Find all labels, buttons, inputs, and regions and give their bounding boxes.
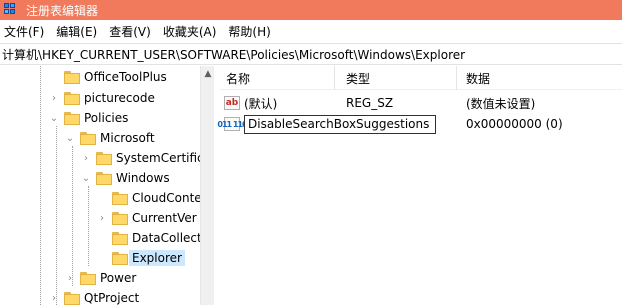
tree-item-explorer[interactable]: Explorer: [96, 248, 185, 268]
folder-icon: [64, 291, 80, 305]
column-divider[interactable]: [334, 66, 335, 90]
title-bar: 注册表编辑器: [0, 0, 622, 20]
value-name: (默认): [244, 96, 278, 111]
folder-icon: [112, 191, 128, 205]
dword-value-icon: 011 110: [217, 117, 248, 131]
value-name-cell: ab (默认): [224, 92, 277, 114]
value-data: 0x00000000 (0): [466, 117, 563, 131]
expander-icon[interactable]: [48, 71, 60, 83]
tree-item-picturecode[interactable]: › picturecode: [48, 88, 155, 108]
registry-editor-icon: [4, 3, 18, 17]
menu-help[interactable]: 帮助(H): [224, 23, 274, 40]
chevron-right-icon[interactable]: ›: [96, 212, 108, 224]
tree-item-officetoolplus[interactable]: OfficeToolPlus: [48, 67, 167, 87]
menu-edit[interactable]: 编辑(E): [52, 23, 101, 40]
folder-icon: [112, 231, 128, 245]
tree-item-label: CurrentVer: [132, 211, 197, 225]
string-value-icon: ab: [224, 96, 240, 110]
menu-file[interactable]: 文件(F): [0, 23, 48, 40]
folder-icon: [80, 131, 96, 145]
folder-icon: [96, 171, 112, 185]
column-header-type[interactable]: 类型: [340, 66, 456, 90]
tree-item-label: picturecode: [84, 91, 155, 105]
tree-item-systemcertificates[interactable]: › SystemCertific: [80, 148, 200, 168]
tree-item-cloudcontent[interactable]: CloudConte: [96, 188, 200, 208]
value-data: (数值未设置): [466, 96, 536, 111]
folder-icon: [112, 251, 128, 265]
chevron-down-icon[interactable]: ⌄: [48, 112, 60, 124]
tree-item-label: Power: [100, 271, 137, 285]
chevron-right-icon[interactable]: ›: [48, 292, 60, 304]
scroll-up-icon[interactable]: ▲: [201, 66, 215, 82]
tree-item-currentversion[interactable]: › CurrentVer: [96, 208, 197, 228]
folder-icon: [64, 70, 80, 84]
chevron-down-icon[interactable]: ⌄: [80, 172, 92, 184]
tree-item-label: Windows: [116, 171, 170, 185]
expander-icon[interactable]: [96, 192, 108, 204]
expander-icon[interactable]: [96, 232, 108, 244]
value-type: REG_SZ: [346, 96, 394, 110]
chevron-down-icon[interactable]: ⌄: [64, 132, 76, 144]
list-header: 名称 类型 数据: [220, 66, 622, 90]
tree-item-label: Explorer: [129, 250, 185, 266]
column-header-name[interactable]: 名称: [220, 66, 334, 90]
menu-bar: 文件(F) 编辑(E) 查看(V) 收藏夹(A) 帮助(H): [0, 20, 622, 42]
tree-item-label: CloudConte: [132, 191, 200, 205]
tree-item-label: SystemCertific: [116, 151, 200, 165]
tree-item-label: QtProject: [84, 291, 140, 305]
column-header-data[interactable]: 数据: [460, 66, 622, 90]
tree-item-qtproject[interactable]: › QtProject: [48, 288, 139, 305]
folder-icon: [80, 271, 96, 285]
folder-icon: [64, 91, 80, 105]
tree-item-label: Policies: [84, 111, 129, 125]
tree-item-datacollection[interactable]: DataCollect: [96, 228, 200, 248]
folder-icon: [64, 111, 80, 125]
tree-item-windows[interactable]: ⌄ Windows: [80, 168, 170, 188]
key-tree: OfficeToolPlus › picturecode ⌄ Policies …: [0, 66, 200, 305]
address-path[interactable]: 计算机\HKEY_CURRENT_USER\SOFTWARE\Policies\…: [2, 46, 465, 63]
tree-item-policies[interactable]: ⌄ Policies: [48, 108, 129, 128]
values-list: 名称 类型 数据 ab (默认) REG_SZ (数值未设置) 011 110 …: [217, 66, 622, 305]
column-divider[interactable]: [456, 66, 457, 90]
list-row-disablesearchboxsuggestions[interactable]: 011 110 DisableSearchBoxSuggestions 0x00…: [217, 113, 622, 135]
address-bar[interactable]: 计算机\HKEY_CURRENT_USER\SOFTWARE\Policies\…: [0, 43, 622, 65]
tree-item-power[interactable]: › Power: [64, 268, 136, 288]
tree-item-label: OfficeToolPlus: [84, 70, 167, 84]
chevron-right-icon[interactable]: ›: [48, 92, 60, 104]
chevron-right-icon[interactable]: ›: [80, 152, 92, 164]
folder-icon: [96, 151, 112, 165]
expander-icon[interactable]: [96, 252, 108, 264]
value-name-cell: 011 110 DisableSearchBoxSuggestions: [217, 113, 436, 135]
menu-view[interactable]: 查看(V): [105, 23, 155, 40]
tree-item-microsoft[interactable]: ⌄ Microsoft: [64, 128, 155, 148]
rename-input[interactable]: DisableSearchBoxSuggestions: [244, 114, 436, 134]
window-title: 注册表编辑器: [26, 3, 99, 18]
tree-item-label: DataCollect: [132, 231, 200, 245]
chevron-right-icon[interactable]: ›: [64, 272, 76, 284]
tree-scrollbar[interactable]: ▲: [200, 66, 214, 305]
folder-icon: [112, 211, 128, 225]
list-row-default[interactable]: ab (默认) REG_SZ (数值未设置): [220, 92, 622, 114]
menu-favorites[interactable]: 收藏夹(A): [159, 23, 221, 40]
tree-item-label: Microsoft: [100, 131, 155, 145]
